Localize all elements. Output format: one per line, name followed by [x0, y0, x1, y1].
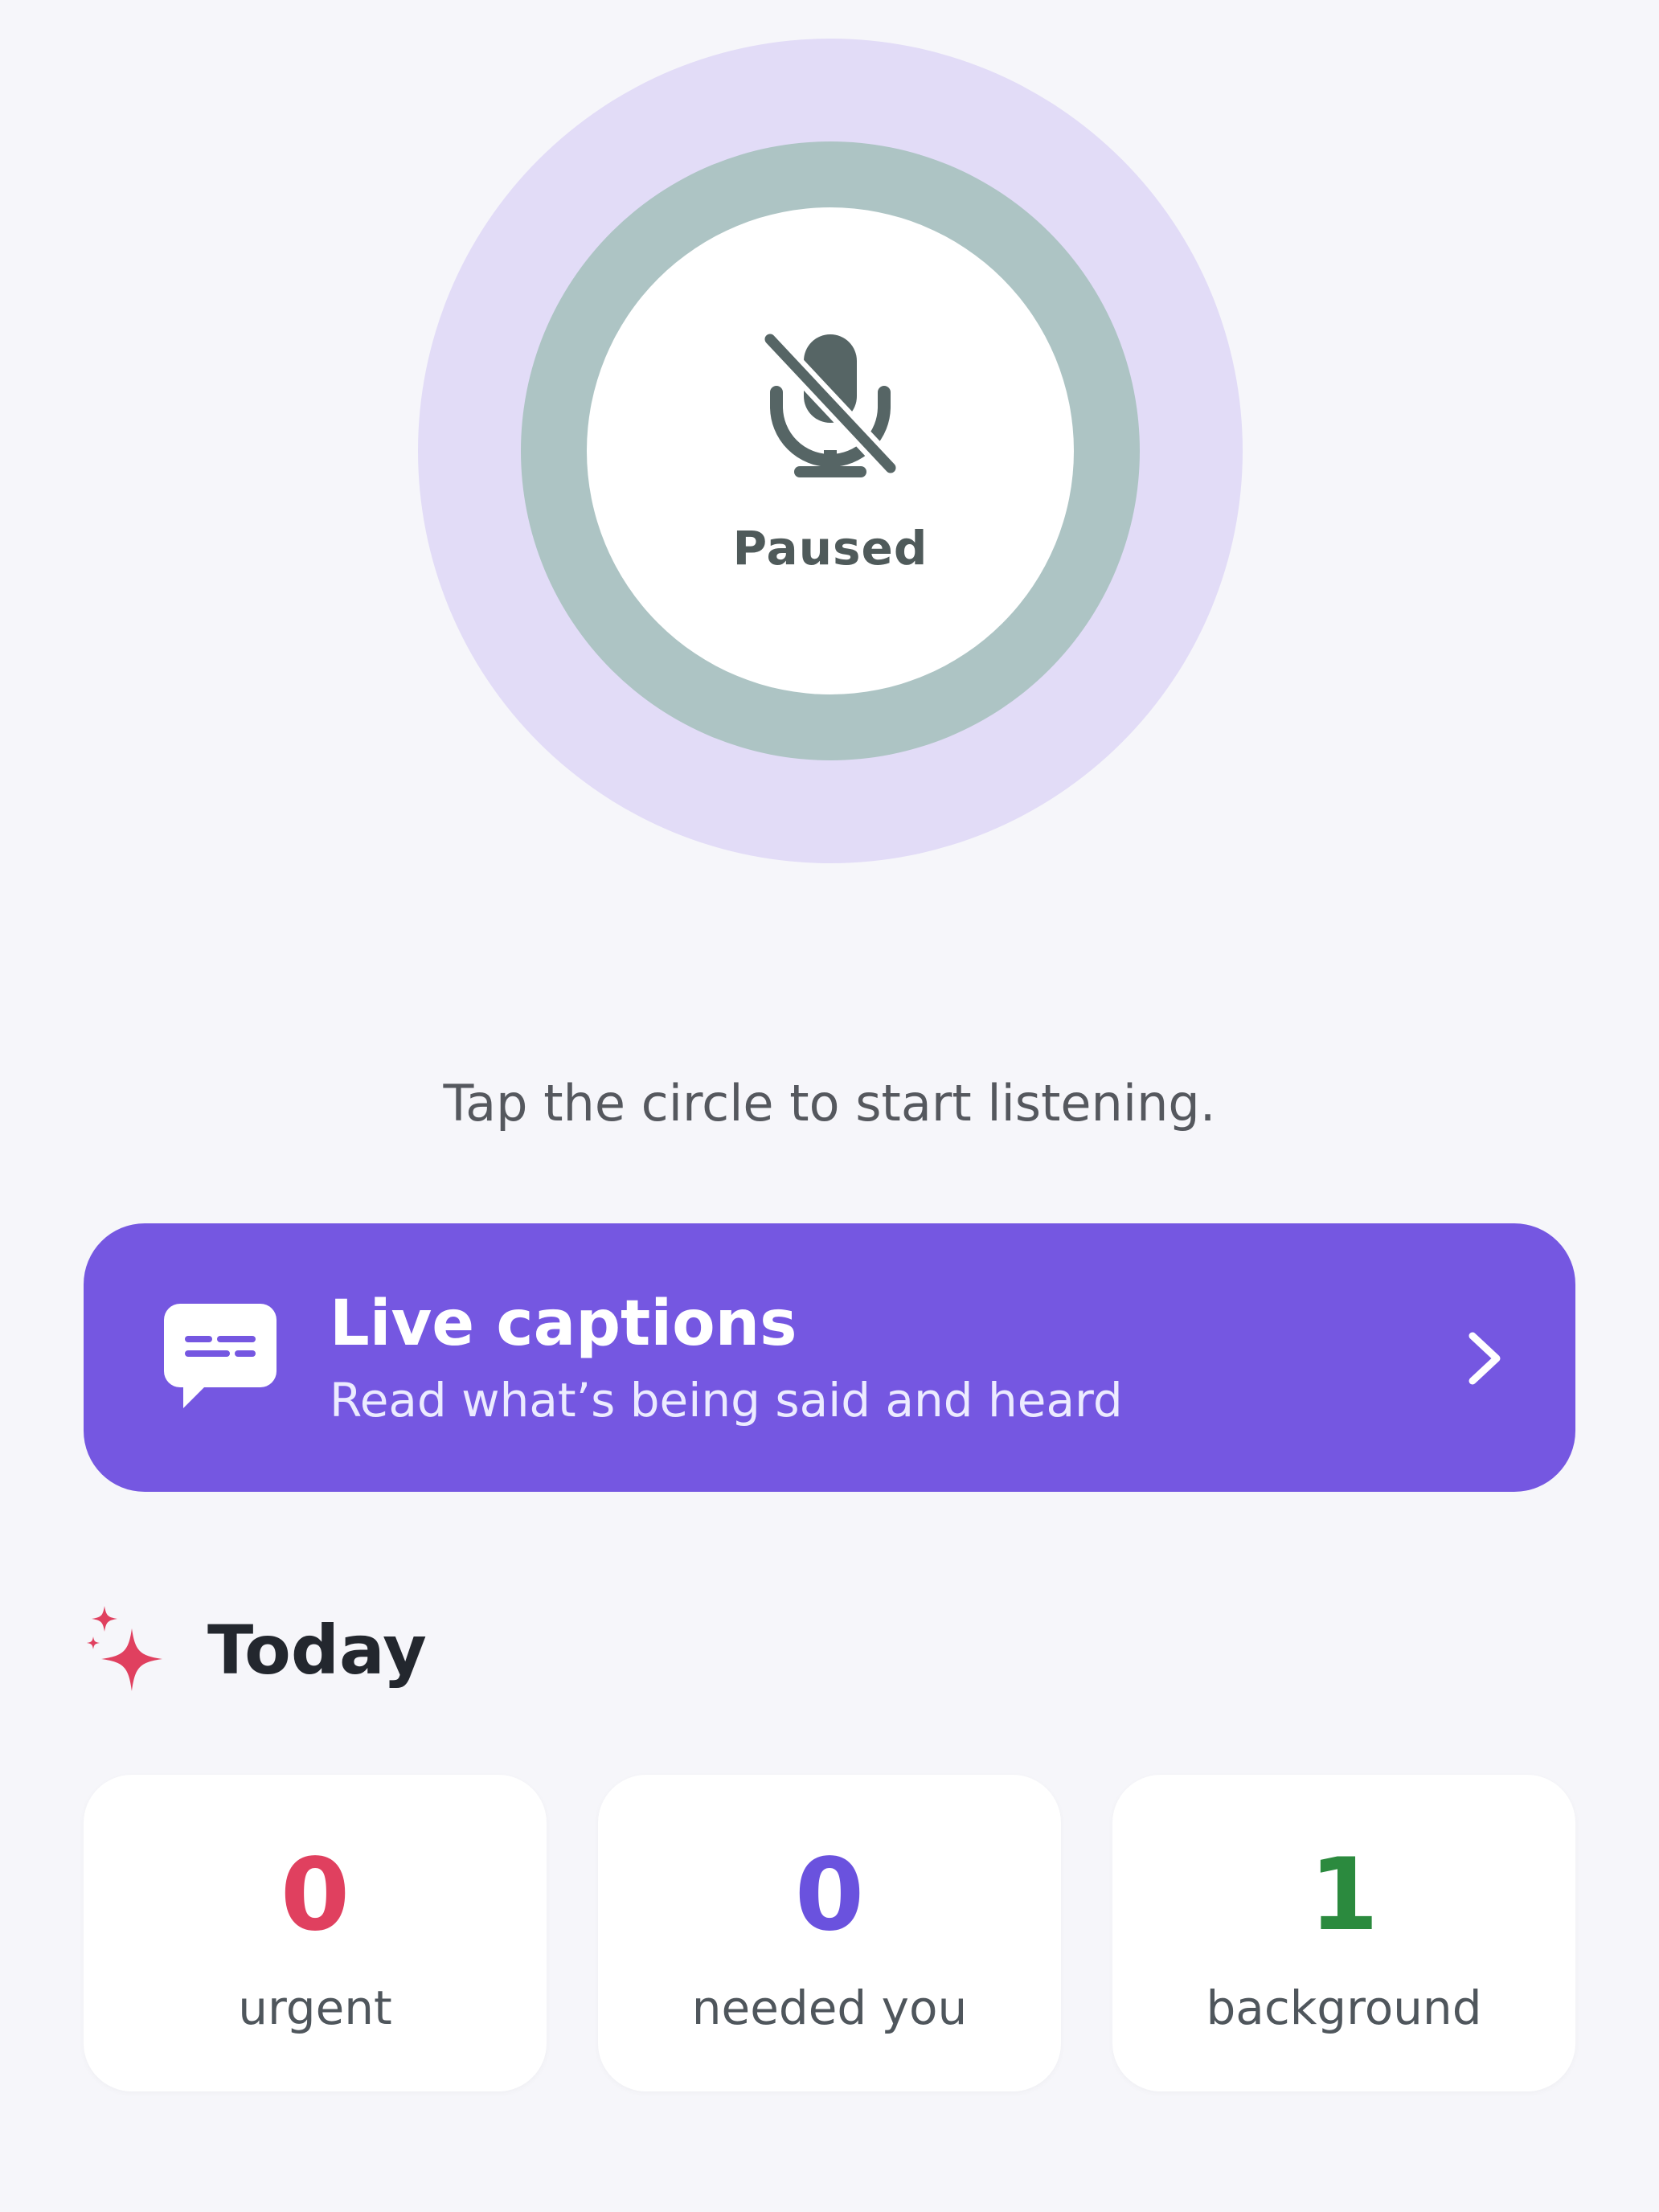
chevron-right-icon	[1469, 1332, 1501, 1385]
stat-value-needed-you: 0	[794, 1837, 865, 1953]
listen-toggle-circle[interactable]: Paused	[418, 39, 1243, 863]
listen-ring: Paused	[521, 141, 1140, 760]
listen-center: Paused	[587, 207, 1074, 694]
stat-card-background[interactable]: 1 background	[1112, 1775, 1575, 2091]
stat-value-urgent: 0	[280, 1837, 350, 1953]
stat-label-background: background	[1206, 1981, 1482, 2035]
start-listening-hint: Tap the circle to start listening.	[443, 1074, 1216, 1133]
microphone-off-icon	[762, 330, 899, 478]
sparkle-icon	[87, 1606, 162, 1691]
stat-value-background: 1	[1309, 1837, 1379, 1953]
live-captions-button[interactable]: Live captions Read what’s being said and…	[84, 1223, 1575, 1492]
stat-card-needed-you[interactable]: 0 needed you	[598, 1775, 1061, 2091]
stat-label-urgent: urgent	[238, 1981, 392, 2035]
live-captions-subtitle: Read what’s being said and heard	[330, 1373, 1123, 1428]
stat-card-urgent[interactable]: 0 urgent	[84, 1775, 547, 2091]
caption-bubble-icon	[164, 1304, 276, 1408]
home-screen: Paused Tap the circle to start listening…	[0, 0, 1659, 2212]
stat-label-needed-you: needed you	[691, 1981, 968, 2035]
live-captions-title: Live captions	[330, 1288, 797, 1360]
listening-status-label: Paused	[732, 521, 928, 576]
today-heading: Today	[207, 1611, 427, 1690]
